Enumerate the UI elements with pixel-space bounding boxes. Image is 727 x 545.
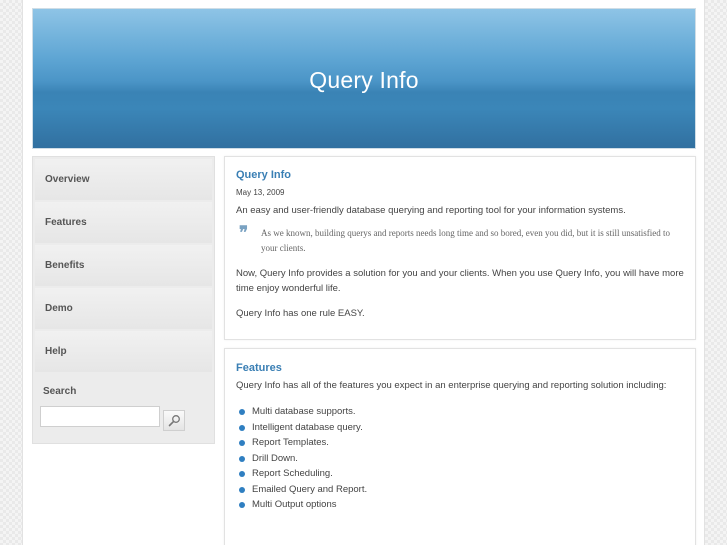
search-input[interactable] xyxy=(40,406,160,427)
post-intro: An easy and user-friendly database query… xyxy=(236,205,626,216)
features-list: Multi database supports. Intelligent dat… xyxy=(236,404,684,513)
blockquote: ❞ As we known, building querys and repor… xyxy=(236,223,684,256)
features-panel: Features Query Info has all of the featu… xyxy=(224,348,696,545)
bullet-icon xyxy=(239,440,245,446)
feature-label: Multi Output options xyxy=(252,499,337,510)
search-button[interactable] xyxy=(163,410,185,431)
list-item: Multi Output options xyxy=(239,497,684,513)
bullet-icon xyxy=(239,502,245,508)
bullet-icon xyxy=(239,486,245,493)
list-item: Multi database supports. xyxy=(239,404,684,420)
feature-label: Report Scheduling. xyxy=(252,468,333,479)
search-icon xyxy=(168,415,180,427)
post-title[interactable]: Query Info xyxy=(236,169,684,181)
post-date: May 13, 2009 xyxy=(236,188,285,197)
feature-label: Multi database supports. xyxy=(252,406,356,417)
site-title: Query Info xyxy=(309,67,419,93)
features-intro: Query Info has all of the features you e… xyxy=(236,380,667,391)
bullet-icon xyxy=(239,409,245,415)
feature-label: Report Templates. xyxy=(252,437,329,448)
search-section: Search xyxy=(33,372,214,432)
quote-icon: ❞ xyxy=(239,223,249,243)
post-panel: Query Info May 13, 2009 An easy and user… xyxy=(224,156,696,340)
feature-label: Intelligent database query. xyxy=(252,421,363,433)
search-heading: Search xyxy=(43,386,77,397)
sidebar-item-benefits[interactable]: Benefits xyxy=(35,245,212,286)
list-item: Emailed Query and Report. xyxy=(239,482,684,498)
sidebar: Overview Features Benefits Demo Help Sea… xyxy=(32,156,215,444)
search-row xyxy=(40,406,207,432)
sidebar-item-overview[interactable]: Overview xyxy=(35,159,212,200)
list-item: Drill Down. xyxy=(239,451,684,467)
sidebar-item-features[interactable]: Features xyxy=(35,202,212,243)
post-paragraph: Now, Query Info provides a solution for … xyxy=(236,268,684,294)
sidebar-item-help[interactable]: Help xyxy=(35,331,212,372)
features-title[interactable]: Features xyxy=(236,362,684,374)
bullet-icon xyxy=(239,424,245,431)
quote-text: As we known, building querys and reports… xyxy=(261,228,670,253)
sidebar-item-demo[interactable]: Demo xyxy=(35,288,212,329)
bullet-icon xyxy=(239,455,245,462)
list-item: Report Scheduling. xyxy=(239,466,684,482)
list-item: Intelligent database query. xyxy=(239,420,684,436)
page-wrapper: Query Info Overview Features Benefits De… xyxy=(22,0,705,545)
bullet-icon xyxy=(239,471,245,477)
feature-label: Emailed Query and Report. xyxy=(252,483,368,495)
list-item: Report Templates. xyxy=(239,435,684,451)
post-paragraph-rule: Query Info has one rule EASY. xyxy=(236,308,365,319)
feature-label: Drill Down. xyxy=(252,452,298,464)
header-banner: Query Info xyxy=(32,8,696,149)
